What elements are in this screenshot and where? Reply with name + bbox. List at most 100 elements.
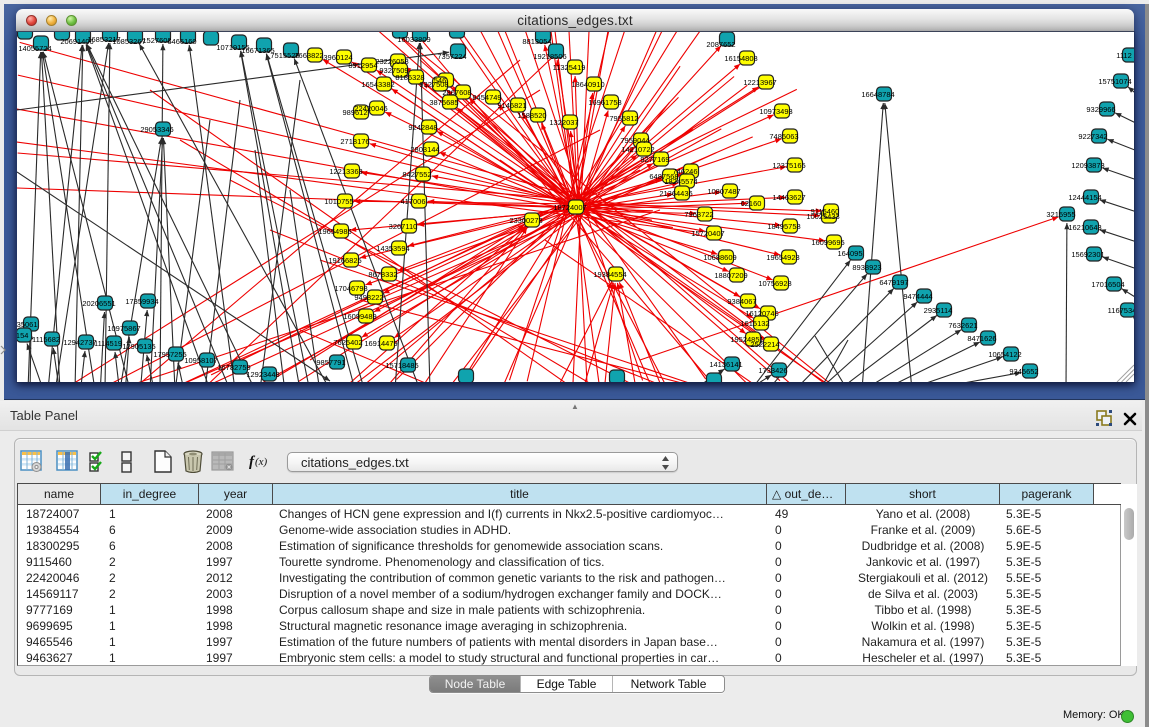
svg-text:16914479: 16914479 bbox=[364, 339, 397, 348]
svg-text:39154: 39154 bbox=[17, 331, 28, 340]
svg-text:16648784: 16648784 bbox=[861, 90, 894, 99]
svg-text:16961758: 16961758 bbox=[588, 98, 621, 107]
svg-text:10975867: 10975867 bbox=[107, 324, 140, 333]
svg-text:3267110: 3267110 bbox=[389, 222, 418, 231]
svg-text:18724007: 18724007 bbox=[553, 203, 586, 212]
svg-text:3875685: 3875685 bbox=[429, 98, 458, 107]
svg-text:8678332: 8678332 bbox=[368, 270, 397, 279]
svg-text:16099489: 16099489 bbox=[343, 312, 376, 321]
svg-text:10958107: 10958107 bbox=[184, 356, 217, 365]
svg-text:2718176: 2718176 bbox=[340, 137, 369, 146]
svg-text:7625402: 7625402 bbox=[333, 338, 362, 347]
svg-text:2522214: 2522214 bbox=[750, 340, 779, 349]
svg-text:8471626: 8471626 bbox=[967, 334, 996, 343]
svg-text:10973493: 10973493 bbox=[759, 107, 792, 116]
svg-text:18495758: 18495758 bbox=[767, 222, 800, 231]
svg-text:989612: 989612 bbox=[342, 108, 367, 117]
svg-text:23300273: 23300273 bbox=[509, 216, 542, 225]
svg-text:12213967: 12213967 bbox=[743, 78, 776, 87]
svg-text:18640910: 18640910 bbox=[571, 80, 604, 89]
svg-text:10654122: 10654122 bbox=[988, 350, 1021, 359]
svg-text:16099695: 16099695 bbox=[811, 238, 844, 247]
svg-text:746246: 746246 bbox=[672, 167, 697, 176]
svg-text:164095: 164095 bbox=[837, 249, 862, 258]
svg-text:14353594: 14353594 bbox=[376, 244, 409, 253]
svg-text:7485063: 7485063 bbox=[769, 132, 798, 141]
svg-text:2803144: 2803144 bbox=[410, 145, 439, 154]
svg-text:16543382: 16543382 bbox=[361, 80, 394, 89]
svg-text:7955812: 7955812 bbox=[609, 114, 638, 123]
svg-text:2935114: 2935114 bbox=[924, 306, 953, 315]
svg-text:19384554: 19384554 bbox=[593, 270, 626, 279]
svg-text:19654923: 19654923 bbox=[766, 253, 799, 262]
svg-text:10807487: 10807487 bbox=[707, 187, 740, 196]
svg-text:10756928: 10756928 bbox=[758, 279, 791, 288]
svg-text:8938923: 8938923 bbox=[852, 263, 881, 272]
svg-text:10853267: 10853267 bbox=[112, 37, 145, 46]
svg-text:9384067: 9384067 bbox=[727, 297, 756, 306]
svg-text:417006: 417006 bbox=[400, 197, 425, 206]
svg-text:9277169: 9277169 bbox=[640, 155, 669, 164]
svg-text:9474444: 9474444 bbox=[903, 292, 932, 301]
svg-text:9227342: 9227342 bbox=[1078, 132, 1107, 141]
svg-text:8427552: 8427552 bbox=[402, 170, 431, 179]
svg-text:9245652: 9245652 bbox=[1009, 367, 1038, 376]
svg-text:17957255: 17957255 bbox=[153, 350, 186, 359]
svg-text:19654985: 19654985 bbox=[318, 227, 351, 236]
svg-text:14463627: 14463627 bbox=[772, 193, 805, 202]
svg-text:1010755: 1010755 bbox=[324, 197, 353, 206]
svg-text:12905135: 12905135 bbox=[122, 342, 155, 351]
svg-text:12942737: 12942737 bbox=[63, 338, 96, 347]
svg-text:12444154: 12444154 bbox=[1068, 193, 1101, 202]
svg-text:12923448: 12923448 bbox=[246, 370, 279, 379]
svg-text:12213363: 12213363 bbox=[329, 167, 362, 176]
svg-text:62160: 62160 bbox=[741, 199, 762, 208]
svg-text:19166825: 19166825 bbox=[328, 256, 361, 265]
svg-text:17046798: 17046798 bbox=[334, 284, 367, 293]
svg-text:12375165: 12375165 bbox=[772, 161, 805, 170]
svg-text:3215955: 3215955 bbox=[1046, 210, 1075, 219]
svg-text:17359934: 17359934 bbox=[125, 297, 158, 306]
svg-text:15692301: 15692301 bbox=[1071, 250, 1104, 259]
svg-text:7663822: 7663822 bbox=[294, 51, 323, 60]
svg-text:16120746: 16120746 bbox=[745, 309, 778, 318]
svg-text:6479197: 6479197 bbox=[879, 278, 908, 287]
svg-text:9498222: 9498222 bbox=[354, 293, 383, 302]
svg-text:9329966: 9329966 bbox=[1086, 105, 1115, 114]
svg-text:15751074: 15751074 bbox=[1098, 77, 1131, 86]
svg-text:14210722: 14210722 bbox=[621, 145, 654, 154]
svg-text:(x): (x) bbox=[255, 456, 268, 468]
svg-text:9146821: 9146821 bbox=[497, 101, 526, 110]
svg-text:435061: 435061 bbox=[17, 320, 38, 329]
svg-text:2087652: 2087652 bbox=[706, 40, 735, 49]
svg-text:1588520: 1588520 bbox=[517, 111, 546, 120]
svg-text:19218506: 19218506 bbox=[533, 52, 566, 61]
svg-text:11325419: 11325419 bbox=[553, 63, 586, 72]
svg-text:7357224: 7357224 bbox=[437, 52, 466, 61]
svg-text:1112: 1112 bbox=[1116, 51, 1132, 60]
svg-text:1114519: 1114519 bbox=[94, 339, 122, 348]
svg-text:8912954: 8912954 bbox=[348, 61, 377, 70]
svg-text:21364436: 21364436 bbox=[659, 189, 692, 198]
svg-text:16154808: 16154808 bbox=[724, 54, 757, 63]
svg-text:7959044: 7959044 bbox=[620, 136, 649, 145]
svg-text:9857791: 9857791 bbox=[316, 358, 345, 367]
svg-text:16210643: 16210643 bbox=[1068, 223, 1101, 232]
svg-text:16033809: 16033809 bbox=[397, 35, 430, 44]
svg-text:1322037: 1322037 bbox=[549, 118, 578, 127]
svg-text:15718485: 15718485 bbox=[385, 361, 418, 370]
svg-text:1115682: 1115682 bbox=[32, 335, 60, 344]
svg-text:17016504: 17016504 bbox=[1091, 280, 1124, 289]
svg-text:8813054: 8813054 bbox=[522, 37, 551, 46]
svg-text:9242848: 9242848 bbox=[408, 123, 437, 132]
svg-text:23226058: 23226058 bbox=[375, 57, 408, 66]
svg-text:20206551: 20206551 bbox=[82, 299, 115, 308]
svg-text:2867608: 2867608 bbox=[442, 88, 471, 97]
svg-text:12093873: 12093873 bbox=[1071, 161, 1104, 170]
svg-text:9115460: 9115460 bbox=[811, 207, 840, 216]
svg-text:18245574: 18245574 bbox=[664, 177, 697, 186]
svg-text:18807209: 18807209 bbox=[714, 271, 747, 280]
svg-text:29053346: 29053346 bbox=[140, 125, 173, 134]
svg-text:1733426: 1733426 bbox=[758, 366, 787, 375]
svg-text:7963722: 7963722 bbox=[684, 210, 713, 219]
